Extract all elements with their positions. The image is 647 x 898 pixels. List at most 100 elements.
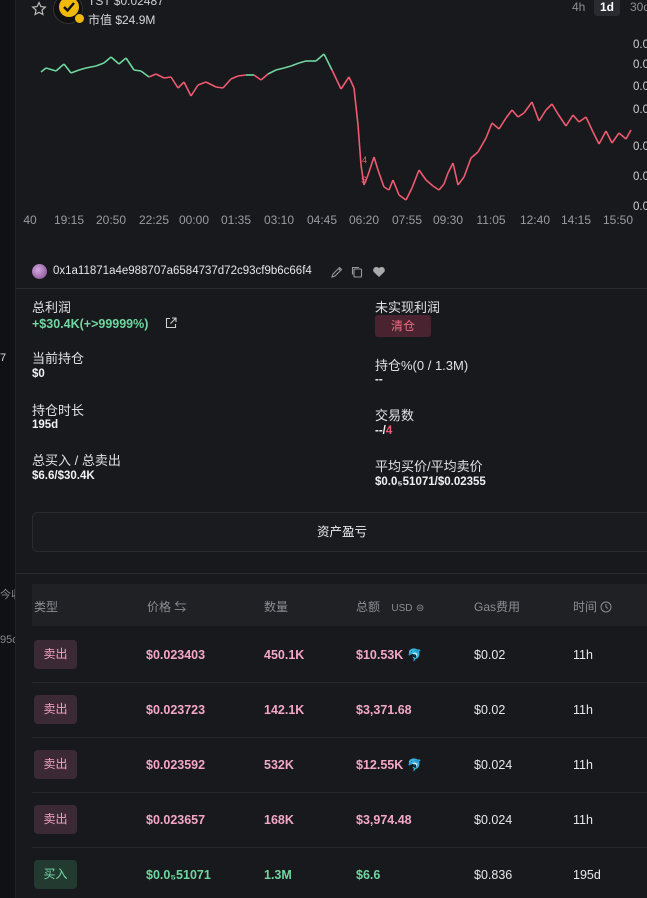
price-line-segment — [383, 186, 390, 191]
price-line-segment — [237, 74, 247, 77]
timeframe-30d[interactable]: 30d — [624, 0, 647, 16]
price-line-segment — [411, 169, 420, 189]
price-line-segment — [438, 183, 445, 191]
price-line-segment — [572, 114, 580, 123]
trade-price: $0.023403 — [146, 648, 206, 662]
trade-time: 11h — [573, 648, 593, 662]
price-line-segment — [170, 76, 179, 89]
y-axis-label: 0.0 — [633, 104, 647, 116]
total-profit-value: +$30.4K(+>99999%) — [32, 317, 149, 331]
price-line-segment — [545, 103, 553, 111]
copy-icon[interactable] — [350, 265, 364, 279]
trade-type-badge: 卖出 — [34, 750, 77, 779]
price-line-segment — [373, 156, 379, 171]
x-axis-label: 04:45 — [307, 213, 337, 227]
trade-count-sells: 4 — [385, 425, 393, 437]
price-line-segment — [353, 87, 359, 126]
trade-time: 11h — [573, 758, 593, 772]
currency-toggle-icon[interactable]: ⊜ — [416, 603, 424, 614]
x-axis-label: 19:15 — [54, 213, 84, 227]
divider — [16, 573, 647, 574]
wallet-address[interactable]: 0x1a11871a4e988707a6584737d72c93cf9b6c66… — [53, 265, 312, 277]
trade-type-badge: 卖出 — [34, 640, 77, 669]
price-line-segment — [585, 116, 594, 133]
buy-sell-value: $6.6/$30.4K — [32, 470, 95, 482]
price-line-segment — [298, 60, 307, 64]
price-line-segment — [215, 86, 224, 89]
current-holding-value: $0 — [32, 368, 45, 380]
price-line-segment — [323, 53, 333, 71]
token-header: TST $0.02487 市值 $24.9M 4h 1d 30d — [16, 0, 647, 30]
price-line-segment — [388, 179, 394, 191]
x-axis-label: 40 — [23, 213, 37, 227]
table-row[interactable]: 卖出 $0.023403 450.1K $10.53K 🐬 $0.02 11h — [32, 628, 647, 683]
timeframe-4h[interactable]: 4h — [566, 0, 591, 16]
edge-text-3: 95d — [0, 634, 15, 646]
price-chart[interactable]: 4 S 0.0 0.0 0.0 0.0 0.0 0.0 0.0 40 19:15 20:50 22:25… — [16, 30, 647, 230]
heart-icon[interactable] — [372, 265, 386, 279]
x-axis-label: 20:50 — [96, 213, 126, 227]
price-line-segment — [283, 65, 292, 69]
price-line-segment — [55, 63, 65, 72]
favorite-star-icon[interactable] — [31, 1, 47, 17]
price-line-segment — [392, 179, 400, 196]
trade-marker[interactable]: 4 — [362, 155, 367, 165]
price-line-segment — [425, 179, 434, 187]
trade-total: $3,974.48 — [356, 813, 412, 827]
table-row[interactable]: 买入 $0.0₅51071 1.3M $6.6 $0.836 195d — [32, 848, 647, 898]
trade-count: --/4 — [375, 425, 392, 437]
price-line-segment — [517, 112, 525, 118]
price-line-segment — [183, 81, 192, 97]
trade-type-badge: 卖出 — [34, 805, 77, 834]
clock-icon[interactable] — [600, 601, 612, 613]
table-row[interactable]: 卖出 $0.023723 142.1K $3,371.68 $0.02 11h — [32, 683, 647, 738]
unrealized-profit-label: 未实现利润 — [375, 300, 441, 315]
price-line-segment — [110, 56, 120, 65]
external-link-icon[interactable] — [164, 316, 178, 330]
price-chart-svg[interactable]: 4 S 0.0 0.0 0.0 0.0 0.0 0.0 0.0 40 19:15 20:50 22:25… — [16, 30, 647, 230]
price-line-segment — [377, 169, 385, 188]
token-name-price: TST $0.02487 — [88, 0, 164, 8]
trade-time: 11h — [573, 813, 593, 827]
asset-pnl-button[interactable]: 资产盈亏 — [32, 512, 647, 552]
price-line-segment — [457, 176, 465, 186]
wallet-avatar — [32, 264, 47, 279]
price-line-segment — [230, 75, 239, 80]
price-line-segment — [118, 57, 127, 65]
y-axis-label: 0.0 — [633, 81, 647, 93]
trade-marker[interactable]: S — [361, 175, 367, 185]
price-line-segment — [70, 69, 80, 74]
price-line-segment — [367, 156, 375, 176]
y-axis-label: 0.0 — [633, 39, 647, 51]
table-row[interactable]: 卖出 $0.023657 168K $3,974.48 $0.024 11h — [32, 793, 647, 848]
col-price[interactable]: 价格 ⇆ — [147, 598, 186, 615]
trade-count-label: 交易数 — [375, 408, 415, 423]
price-line-segment — [405, 187, 413, 201]
trade-total: $6.6 — [356, 868, 381, 882]
total-profit-label: 总利润 — [32, 300, 72, 315]
price-line-segment — [40, 67, 47, 73]
col-qty: 数量 — [264, 600, 289, 614]
price-line-segment — [177, 81, 185, 89]
edge-text-1: 7 — [0, 352, 7, 364]
price-line-segment — [557, 113, 567, 127]
timeframe-1d[interactable]: 1d — [594, 0, 621, 16]
price-line-segment — [190, 84, 199, 97]
trade-qty: 168K — [264, 813, 294, 827]
col-total-unit[interactable]: USD — [391, 603, 412, 614]
trade-count-prefix: --/ — [375, 425, 386, 437]
avg-price-value: $0.0₅51071/$0.02355 — [375, 476, 486, 488]
x-axis-label: 11:05 — [476, 213, 505, 227]
cleared-badge: 清仓 — [375, 315, 431, 337]
price-line-segment — [340, 76, 350, 90]
price-line-segment — [498, 117, 507, 130]
col-time: 时间 — [573, 598, 612, 615]
price-line-segment — [125, 57, 135, 71]
holding-time-label: 持仓时长 — [32, 403, 85, 418]
trade-price: $0.023592 — [146, 758, 206, 772]
edit-icon[interactable] — [330, 265, 344, 279]
trade-price: $0.0₅51071 — [146, 868, 211, 882]
left-panel-edge: 7 今收 95d — [0, 0, 16, 898]
price-line-segment — [625, 129, 632, 140]
table-row[interactable]: 卖出 $0.023592 532K $12.55K 🐬 $0.024 11h — [32, 738, 647, 793]
